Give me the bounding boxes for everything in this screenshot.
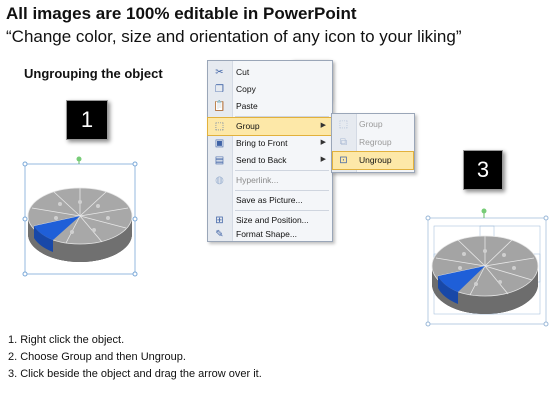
paste-icon: 📋 <box>213 101 226 112</box>
ungroup-icon: ⊡ <box>339 155 348 166</box>
submenu-item-group[interactable]: ⬚ Group <box>333 116 413 133</box>
instruction-step-2: 2. Choose Group and then Ungroup. <box>8 351 186 363</box>
menu-item-save-as-picture[interactable]: Save as Picture... <box>208 192 332 209</box>
menu-item-send-to-back[interactable]: ▤ Send to Back ▶ <box>208 152 332 169</box>
pie-3d-grouped[interactable] <box>20 154 140 278</box>
submenu-arrow-icon: ▶ <box>320 139 326 146</box>
instruction-step-1: 1. Right click the object. <box>8 334 125 346</box>
rotation-handle[interactable] <box>481 208 487 214</box>
resize-handle[interactable] <box>543 215 549 221</box>
pie-3d-ungrouped[interactable] <box>424 204 550 330</box>
group-icon: ⬚ <box>338 119 349 130</box>
resize-handle[interactable] <box>22 271 28 277</box>
submenu-item-regroup[interactable]: ⧉ Regroup <box>333 134 413 151</box>
menu-item-group[interactable]: ⬚ Group ▶ <box>207 117 333 136</box>
menu-item-bring-to-front[interactable]: ▣ Bring to Front ▶ <box>208 135 332 152</box>
group-submenu: ⬚ Group ⧉ Regroup ⊡ Ungroup <box>331 113 415 173</box>
step-1-badge: 1 <box>66 100 108 140</box>
context-menu: ✂ Cut ❐ Copy 📋 Paste ⬚ Group ▶ ▣ Bring t… <box>207 60 333 242</box>
resize-handle[interactable] <box>22 216 28 222</box>
globe-icon: ◍ <box>215 175 224 186</box>
group-icon: ⬚ <box>214 121 225 132</box>
send-to-back-icon: ▤ <box>214 155 225 166</box>
instruction-step-3: 3. Click beside the object and drag the … <box>8 368 262 380</box>
instructions-list: 1. Right click the object. 2. Choose Gro… <box>8 332 262 383</box>
resize-handle[interactable] <box>425 215 431 221</box>
resize-handle[interactable] <box>132 271 138 277</box>
resize-handle[interactable] <box>543 321 549 327</box>
rotation-handle[interactable] <box>76 156 82 162</box>
regroup-icon: ⧉ <box>339 137 348 148</box>
bring-to-front-icon: ▣ <box>214 138 225 149</box>
format-shape-icon: ✎ <box>215 229 224 240</box>
resize-handle[interactable] <box>22 161 28 167</box>
menu-item-copy[interactable]: ❐ Copy <box>208 81 332 98</box>
submenu-arrow-icon: ▶ <box>320 122 326 129</box>
resize-handle[interactable] <box>132 161 138 167</box>
menu-item-cut[interactable]: ✂ Cut <box>208 64 332 81</box>
step-3-badge: 3 <box>463 150 503 190</box>
scissors-icon: ✂ <box>215 67 224 78</box>
resize-handle[interactable] <box>425 321 431 327</box>
section-title: Ungrouping the object <box>24 66 163 81</box>
page-title: All images are 100% editable in PowerPoi… <box>6 4 357 23</box>
menu-item-format-shape[interactable]: ✎ Format Shape... <box>208 226 332 243</box>
submenu-item-ungroup[interactable]: ⊡ Ungroup <box>332 151 414 170</box>
submenu-arrow-icon: ▶ <box>320 156 326 163</box>
menu-item-paste[interactable]: 📋 Paste <box>208 98 332 115</box>
resize-handle[interactable] <box>132 216 138 222</box>
menu-item-hyperlink[interactable]: ◍ Hyperlink... <box>208 172 332 189</box>
page-subtitle: “Change color, size and orientation of a… <box>6 27 462 46</box>
copy-icon: ❐ <box>215 84 224 95</box>
